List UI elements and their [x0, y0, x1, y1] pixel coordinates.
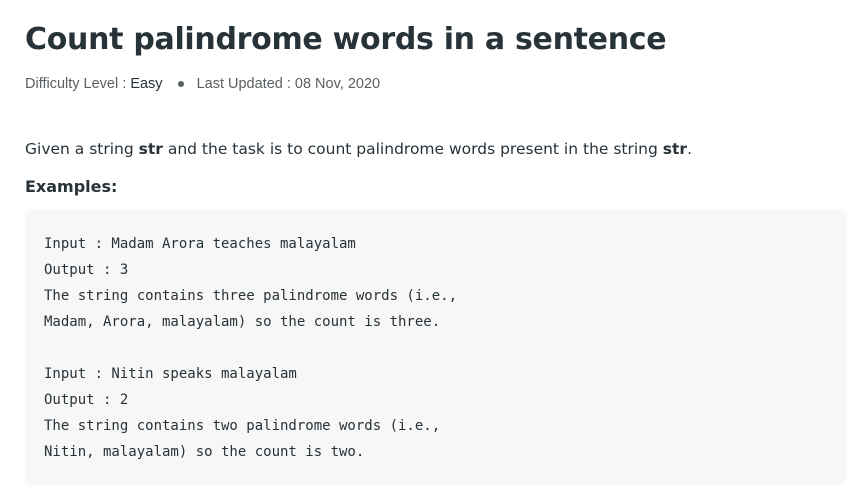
code-line: Output : 3 [44, 262, 129, 278]
difficulty-value[interactable]: Easy [130, 76, 162, 92]
intro-bold-1: str [138, 140, 163, 158]
intro-bold-2: str [662, 140, 688, 158]
difficulty-label: Difficulty Level : [25, 76, 131, 92]
example-code-block: Input : Madam Arora teaches malayalam Ou… [25, 210, 846, 485]
code-line: Output : 2 [44, 392, 129, 408]
last-updated: Last Updated : 08 Nov, 2020 [196, 76, 381, 92]
code-line: The string contains two palindrome words… [44, 418, 441, 434]
problem-statement: Given a string str and the task is to co… [25, 140, 692, 158]
intro-text-3: . [687, 140, 692, 158]
code-line: Input : Nitin speaks malayalam [44, 366, 297, 382]
code-line: Input : Madam Arora teaches malayalam [44, 236, 356, 252]
intro-text-1: Given a string [25, 140, 139, 158]
examples-heading: Examples: [25, 177, 118, 196]
article-meta: Difficulty Level : Easy Last Updated : 0… [25, 76, 380, 92]
separator-dot [177, 81, 184, 87]
code-line: Madam, Arora, malayalam) so the count is… [44, 314, 441, 330]
intro-text-2: and the task is to count palindrome word… [162, 140, 663, 158]
code-line: Nitin, malayalam) so the count is two. [44, 444, 365, 460]
page-title: Count palindrome words in a sentence [25, 22, 667, 57]
code-line: The string contains three palindrome wor… [44, 288, 458, 304]
